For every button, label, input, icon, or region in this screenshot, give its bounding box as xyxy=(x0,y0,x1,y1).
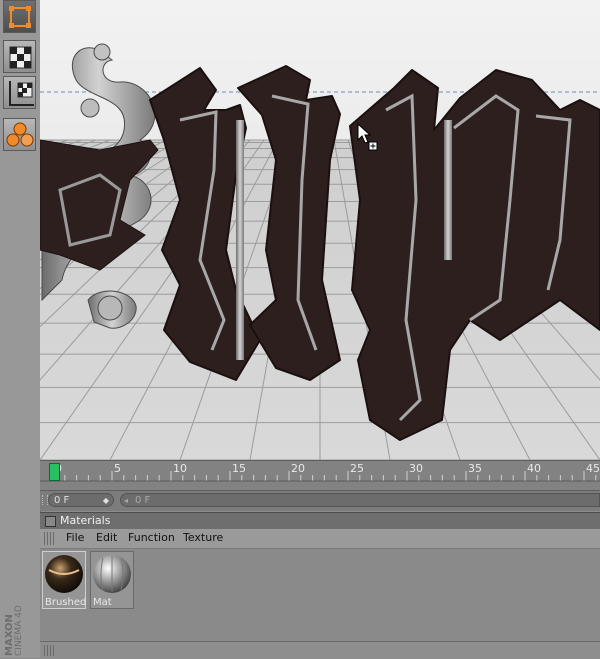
playhead-marker[interactable] xyxy=(49,463,60,481)
silver-post-left xyxy=(236,120,244,360)
timeline-tick-label: 40 xyxy=(527,462,541,475)
timeline-tick-label: 45 xyxy=(586,462,600,475)
object-mode-icon xyxy=(9,6,31,28)
start-frame-value: 0 F xyxy=(54,495,70,506)
grip-icon[interactable] xyxy=(44,532,56,545)
material-swatch-brushed[interactable]: Brushed xyxy=(42,551,86,609)
materials-title: Materials xyxy=(60,514,111,527)
menu-function[interactable]: Function xyxy=(128,531,175,544)
frame-range-bar: 0 F ◆ ◂ 0 F xyxy=(40,490,600,511)
material-swatch-mat[interactable]: Mat xyxy=(90,551,134,609)
timeline-tick-label: 35 xyxy=(468,462,482,475)
status-grip-icon[interactable] xyxy=(44,645,56,656)
timeline-tick-label: 15 xyxy=(232,462,246,475)
materials-menubar: File Edit Function Texture xyxy=(40,529,600,549)
menu-texture[interactable]: Texture xyxy=(183,531,223,544)
timeline-tick-label: 25 xyxy=(350,462,364,475)
menu-edit[interactable]: Edit xyxy=(96,531,117,544)
start-frame-field[interactable]: 0 F ◆ xyxy=(48,493,114,507)
timeline-ticks xyxy=(40,471,600,482)
end-frame-field[interactable]: ◂ 0 F xyxy=(120,493,600,507)
timeline-tick-label: 30 xyxy=(409,462,423,475)
panel-toggle-icon[interactable] xyxy=(45,516,56,527)
timeline-tick-label: 5 xyxy=(114,462,121,475)
left-toolbar: MAXON CINEMA 4D xyxy=(0,0,41,658)
status-bar xyxy=(40,641,600,659)
arrow-left-icon[interactable]: ◂ xyxy=(124,494,128,508)
texture-axis-button[interactable] xyxy=(3,76,36,109)
sculpt-paint-icon xyxy=(6,122,34,147)
brushed-sphere-icon xyxy=(45,555,83,593)
materials-area: Brushed Mat xyxy=(40,549,600,641)
object-mode-button[interactable] xyxy=(3,0,36,33)
material-label-mat: Mat xyxy=(93,597,112,608)
stepper-icon[interactable]: ◆ xyxy=(103,494,109,508)
timeline-tick-label: 10 xyxy=(173,462,187,475)
material-label-brushed: Brushed xyxy=(45,597,87,608)
brand-line2: CINEMA 4D xyxy=(14,605,22,656)
timeline-ruler[interactable]: 051015202530354045 xyxy=(40,460,600,491)
texture-mode-icon xyxy=(9,46,32,69)
timeline-tick-label: 20 xyxy=(291,462,305,475)
texture-axis-icon xyxy=(9,81,34,106)
maxon-cinema4d-logo: MAXON CINEMA 4D xyxy=(2,588,22,658)
silver-post-right xyxy=(444,120,452,260)
sculpt-paint-button[interactable] xyxy=(3,118,36,151)
end-frame-value: 0 F xyxy=(135,495,151,506)
mat-sphere-icon xyxy=(93,555,131,593)
texture-mode-button[interactable] xyxy=(3,40,36,73)
3d-viewport[interactable] xyxy=(40,0,600,460)
viewport-scene xyxy=(40,0,600,460)
menu-file[interactable]: File xyxy=(66,531,84,544)
